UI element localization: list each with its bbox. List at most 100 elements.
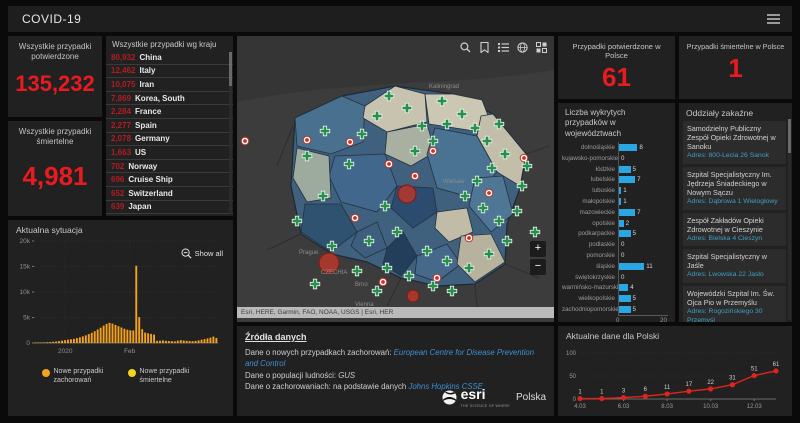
case-marker[interactable] [303,136,311,144]
zoom-in-button[interactable]: + [530,241,546,257]
voivodeship-row[interactable]: lubuskie1 [558,185,675,196]
hospital-list-scrollbar[interactable] [788,119,791,320]
case-marker[interactable] [351,214,359,222]
hospital-address: Adres: 800-Lecia 26 Sanok [687,152,782,161]
daily-cases-bar [174,341,176,343]
country-list-scrollbar[interactable] [229,52,232,214]
country-row[interactable]: 639Japan [106,201,233,215]
voivodeship-row[interactable]: wielkopolskie5 [558,293,675,304]
poland-daily-chart[interactable]: 0501004.036.038.0310.0312.03113611172231… [558,341,792,416]
voivodeship-chart-title: Liczba wykrytych przypadków w województw… [558,103,675,142]
daily-cases-bar [49,342,51,343]
map-overview-icon[interactable] [535,41,548,54]
voivodeship-row[interactable]: mazowieckie7 [558,207,675,218]
country-row[interactable]: 2,078Germany [106,133,233,147]
hamburger-menu-icon[interactable] [767,14,780,24]
country-row[interactable]: 10,075Iran [106,78,233,92]
voivodeship-row[interactable]: opolskie2 [558,218,675,229]
country-case-count: 702 [111,162,124,171]
voivodeship-row[interactable]: zachodniopomorskie5 [558,304,675,315]
country-row[interactable]: 12,462 Italy [106,65,233,79]
voivodeship-row[interactable]: łódzkie5 [558,164,675,175]
daily-cases-bar [70,339,72,343]
daily-cases-bar [61,341,63,343]
map-search-icon[interactable] [459,41,472,54]
voivodeship-bar [619,284,628,291]
hospital-item[interactable]: Szpital Specjalistyczny w JaśleAdres: Lw… [683,249,786,283]
case-marker[interactable] [485,189,493,197]
voivodeship-bar-area: 0 [618,272,675,283]
voivodeship-row[interactable]: warmińsko-mazurskie4 [558,283,675,294]
hospital-item[interactable]: Samodzielny Publiczny Zespół Opieki Zdro… [683,121,786,164]
case-marker[interactable] [465,234,473,242]
voivodeship-bar [619,220,624,227]
voivodeship-row[interactable]: podlaskie0 [558,239,675,250]
voivodeship-row[interactable]: pomorskie0 [558,250,675,261]
voivodeship-row[interactable]: dolnośląskie8 [558,142,675,153]
voivodeship-row[interactable]: lubelskie7 [558,175,675,186]
legend-item[interactable]: Nowe przypadki śmiertelne [128,368,200,386]
voivodeship-bar [619,176,635,183]
country-name: Germany [135,134,170,143]
zoom-out-button[interactable]: − [530,259,546,275]
case-marker[interactable] [379,278,387,286]
daily-cases-bar [209,338,211,343]
hospital-item[interactable]: Szpital Specjalistyczny Im. Jędrzeja Śni… [683,167,786,210]
map-canvas[interactable]: KaliningradWarsawPragueCZECHIABrnoVienna [237,36,554,322]
data-point [599,396,604,401]
country-name: Italy [139,66,155,75]
map-basemap-icon[interactable] [516,41,529,54]
show-all-button[interactable]: Show all [181,248,223,259]
country-name: Japan [128,202,151,211]
total-confirmed-label: Wszystkie przypadki potwierdzone [8,36,102,62]
voivodeship-row[interactable]: świętokrzyskie0 [558,272,675,283]
country-row[interactable]: 696Cruise Ship [106,173,233,187]
voivodeship-row[interactable]: kujawsko-pomorskie0 [558,153,675,164]
hospital-address: Adres: Rogozińskiego 30 Przemyśl [687,308,782,322]
data-point [773,368,778,373]
legend-item[interactable]: Nowe przypadki zachorowań [42,368,114,386]
country-row[interactable]: 652Switzerland [106,187,233,201]
poland-deaths-label: Przypadki śmiertelne w Polsce [679,36,792,51]
country-row[interactable]: 2,277Spain [106,119,233,133]
map-bookmark-icon[interactable] [478,41,491,54]
voivodeship-value: 8 [639,144,642,151]
voivodeship-label: podkarpackie [562,230,618,237]
daily-cases-bar [109,323,111,343]
country-case-count: 2,284 [111,107,131,116]
hospital-item[interactable]: Zespół Zakładów Opieki Zdrowotnej w Cies… [683,213,786,247]
case-marker[interactable] [429,147,437,155]
case-marker[interactable] [520,154,528,162]
case-marker[interactable] [385,160,393,168]
voivodeship-bar-area: 5 [618,293,675,304]
case-marker[interactable] [241,137,249,145]
data-point [708,386,713,391]
poland-confirmed-panel: Przypadki potwierdzone w Polsce 61 [558,36,675,99]
poland-map[interactable]: KaliningradWarsawPragueCZECHIABrnoVienna… [237,36,554,322]
data-point-label: 17 [686,382,693,388]
voivodeship-bar [619,198,621,205]
poland-daily-chart-panel: Aktualne dane dla Polski 0501004.036.038… [558,326,792,416]
map-label: Warsaw [443,179,465,185]
country-case-count: 12,462 [111,66,135,75]
case-marker[interactable] [433,274,441,282]
country-row[interactable]: 7,869Korea, South [106,92,233,106]
hospital-name: Samodzielny Publiczny Zespół Opieki Zdro… [687,124,782,151]
voivodeship-row[interactable]: podkarpackie5 [558,229,675,240]
map-label: Brno [355,282,368,288]
case-marker[interactable] [411,172,419,180]
case-marker[interactable] [346,138,354,146]
hospital-item[interactable]: Wojewódzki Szpital Im. Św. Ojca Pio w Pr… [683,286,786,322]
voivodeship-label: opolskie [562,220,618,227]
country-row[interactable]: 1,663US [106,146,233,160]
voivodeship-value: 5 [633,166,636,173]
country-row[interactable]: 80,932China [106,51,233,65]
map-legend-icon[interactable] [497,41,510,54]
svg-text:8.03: 8.03 [661,404,673,410]
country-name: Spain [135,121,157,130]
country-row[interactable]: 702Norway [106,160,233,174]
daily-cases-bar [195,341,197,343]
voivodeship-row[interactable]: śląskie11 [558,261,675,272]
country-row[interactable]: 2,284France [106,105,233,119]
voivodeship-row[interactable]: małopolskie1 [558,196,675,207]
